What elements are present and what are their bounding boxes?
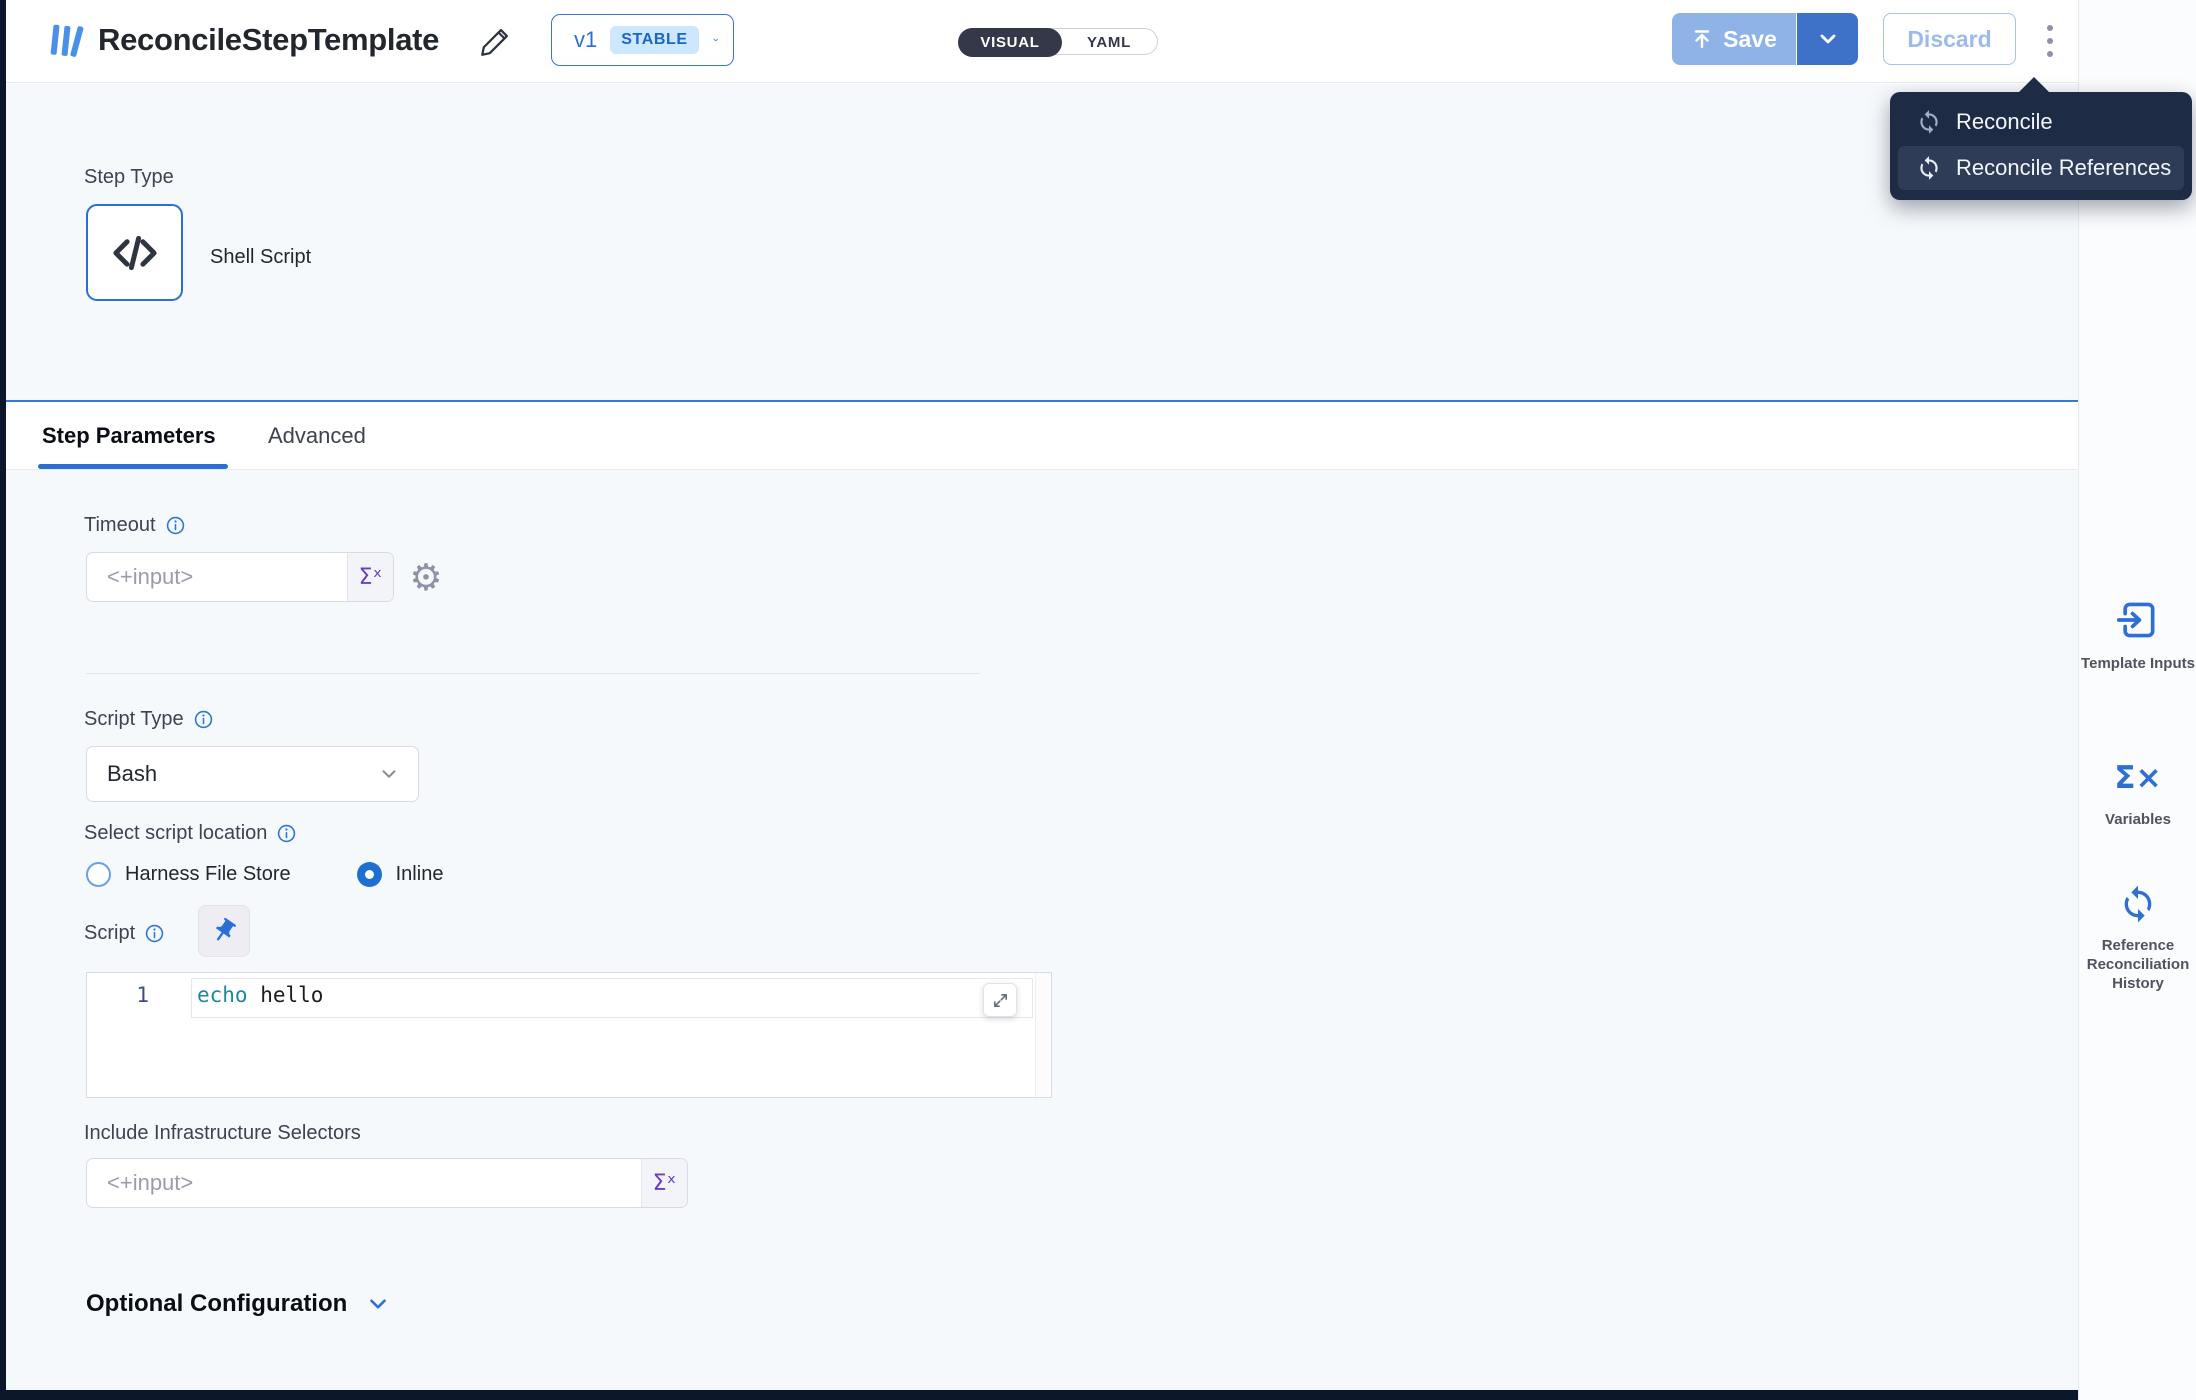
script-code-editor[interactable]: 1 echo hello <box>86 972 1052 1098</box>
script-label-row: Script <box>84 922 164 945</box>
toggle-yaml[interactable]: YAML <box>1061 29 1157 56</box>
tab-step-parameters[interactable]: Step Parameters <box>42 402 216 469</box>
save-button-label: Save <box>1723 26 1777 53</box>
page-title: ReconcileStepTemplate <box>98 22 439 58</box>
toggle-visual[interactable]: VISUAL <box>958 28 1062 57</box>
step-type-section: Step Type Shell Script <box>6 84 2078 400</box>
script-type-value: Bash <box>107 761 157 787</box>
bottom-edge-strip <box>0 1390 2078 1400</box>
timeout-label-row: Timeout <box>84 514 185 537</box>
version-selector[interactable]: v1 STABLE <box>551 14 734 66</box>
menu-item-reconcile[interactable]: Reconcile <box>1898 100 2184 144</box>
info-icon[interactable] <box>277 824 296 843</box>
infra-selectors-fx-button[interactable]: Σˣ <box>641 1159 687 1207</box>
save-options-caret-button[interactable] <box>1797 13 1858 65</box>
line-number: 1 <box>136 983 149 1007</box>
header: ReconcileStepTemplate v1 STABLE VISUAL Y… <box>6 0 2078 83</box>
sidebar-item-label: Variables <box>2105 810 2171 829</box>
template-inputs-icon <box>2116 598 2160 642</box>
timeout-fx-button[interactable]: Σˣ <box>347 553 393 601</box>
info-icon[interactable] <box>194 710 213 729</box>
optional-configuration-label: Optional Configuration <box>86 1290 347 1318</box>
info-icon[interactable] <box>166 516 185 535</box>
radio-inline[interactable] <box>357 862 382 887</box>
expand-icon <box>992 992 1009 1009</box>
infra-selectors-input[interactable] <box>87 1159 687 1207</box>
editor-scrollbar[interactable] <box>1035 973 1051 1097</box>
script-type-label-row: Script Type <box>84 708 213 731</box>
context-menu: Reconcile Reconcile References <box>1890 92 2192 200</box>
script-location-label: Select script location <box>84 822 267 845</box>
tab-bar: Step Parameters Advanced <box>6 400 2078 470</box>
menu-item-reconcile-references[interactable]: Reconcile References <box>1898 146 2184 190</box>
radio-harness-file-store-label[interactable]: Harness File Store <box>125 863 291 886</box>
right-sidebar: Template Inputs Σ× Variables Reference R… <box>2078 0 2196 1400</box>
step-type-card[interactable] <box>86 204 183 301</box>
editor-expand-button[interactable] <box>983 983 1017 1017</box>
code-keyword: echo <box>197 983 248 1007</box>
section-divider <box>86 673 980 674</box>
sidebar-item-template-inputs[interactable]: Template Inputs <box>2079 598 2196 673</box>
pin-script-button[interactable] <box>198 905 250 957</box>
timeout-field: Σˣ <box>86 552 394 602</box>
optional-configuration-toggle[interactable]: Optional Configuration <box>86 1290 391 1318</box>
sidebar-item-label: Reference Reconciliation History <box>2079 936 2196 993</box>
visual-yaml-toggle: VISUAL YAML <box>958 28 1158 55</box>
template-studio-page: ReconcileStepTemplate v1 STABLE VISUAL Y… <box>0 0 2196 1400</box>
editor-gutter: 1 <box>87 973 191 1097</box>
sidebar-item-label: Template Inputs <box>2081 654 2195 673</box>
gear-icon: ⚙ <box>409 556 442 599</box>
chevron-down-icon <box>378 763 400 785</box>
chevron-down-icon <box>1816 27 1840 51</box>
tab-advanced[interactable]: Advanced <box>268 402 366 469</box>
sidebar-item-reference-reconciliation-history[interactable]: Reference Reconciliation History <box>2079 884 2196 993</box>
reconcile-icon <box>1916 109 1942 135</box>
infra-selectors-label: Include Infrastructure Selectors <box>84 1122 361 1145</box>
reconcile-history-icon <box>2118 884 2158 924</box>
script-type-select[interactable]: Bash <box>86 746 419 802</box>
radio-inline-label[interactable]: Inline <box>396 863 444 886</box>
pushpin-icon <box>210 917 238 945</box>
script-location-radio-group: Harness File Store Inline <box>86 862 443 887</box>
version-stable-badge: STABLE <box>610 26 698 54</box>
chevron-down-icon <box>712 30 719 50</box>
discard-button[interactable]: Discard <box>1883 13 2016 65</box>
step-type-label: Step Type <box>84 166 174 189</box>
script-location-label-row: Select script location <box>84 822 296 845</box>
code-line: echo hello <box>197 983 323 1007</box>
code-icon <box>108 226 162 280</box>
more-options-kebab-button[interactable] <box>2036 18 2064 64</box>
timeout-label: Timeout <box>84 514 156 537</box>
code-text: hello <box>248 983 324 1007</box>
sidebar-item-variables[interactable]: Σ× Variables <box>2079 758 2196 829</box>
timeout-settings-gear-button[interactable]: ⚙ <box>404 556 448 600</box>
menu-item-label: Reconcile <box>1956 109 2053 135</box>
upload-icon <box>1691 28 1713 50</box>
step-parameters-panel: Timeout Σˣ ⚙ Script Type Bash Select scr… <box>6 470 2078 1390</box>
radio-harness-file-store[interactable] <box>86 862 111 887</box>
template-library-icon <box>46 20 88 62</box>
sigma-x-icon: Σ× <box>2114 758 2161 798</box>
step-type-value: Shell Script <box>210 246 311 269</box>
reconcile-references-icon <box>1916 155 1942 181</box>
script-label: Script <box>84 922 135 945</box>
edit-title-pencil-icon[interactable] <box>478 25 512 59</box>
version-label: v1 <box>574 27 597 53</box>
save-button[interactable]: Save <box>1672 13 1796 65</box>
chevron-down-icon <box>365 1291 391 1317</box>
info-icon[interactable] <box>145 924 164 943</box>
infra-selectors-field: Σˣ <box>86 1158 688 1208</box>
script-type-label: Script Type <box>84 708 184 731</box>
menu-item-label: Reconcile References <box>1956 155 2171 181</box>
context-menu-arrow <box>2018 77 2050 93</box>
